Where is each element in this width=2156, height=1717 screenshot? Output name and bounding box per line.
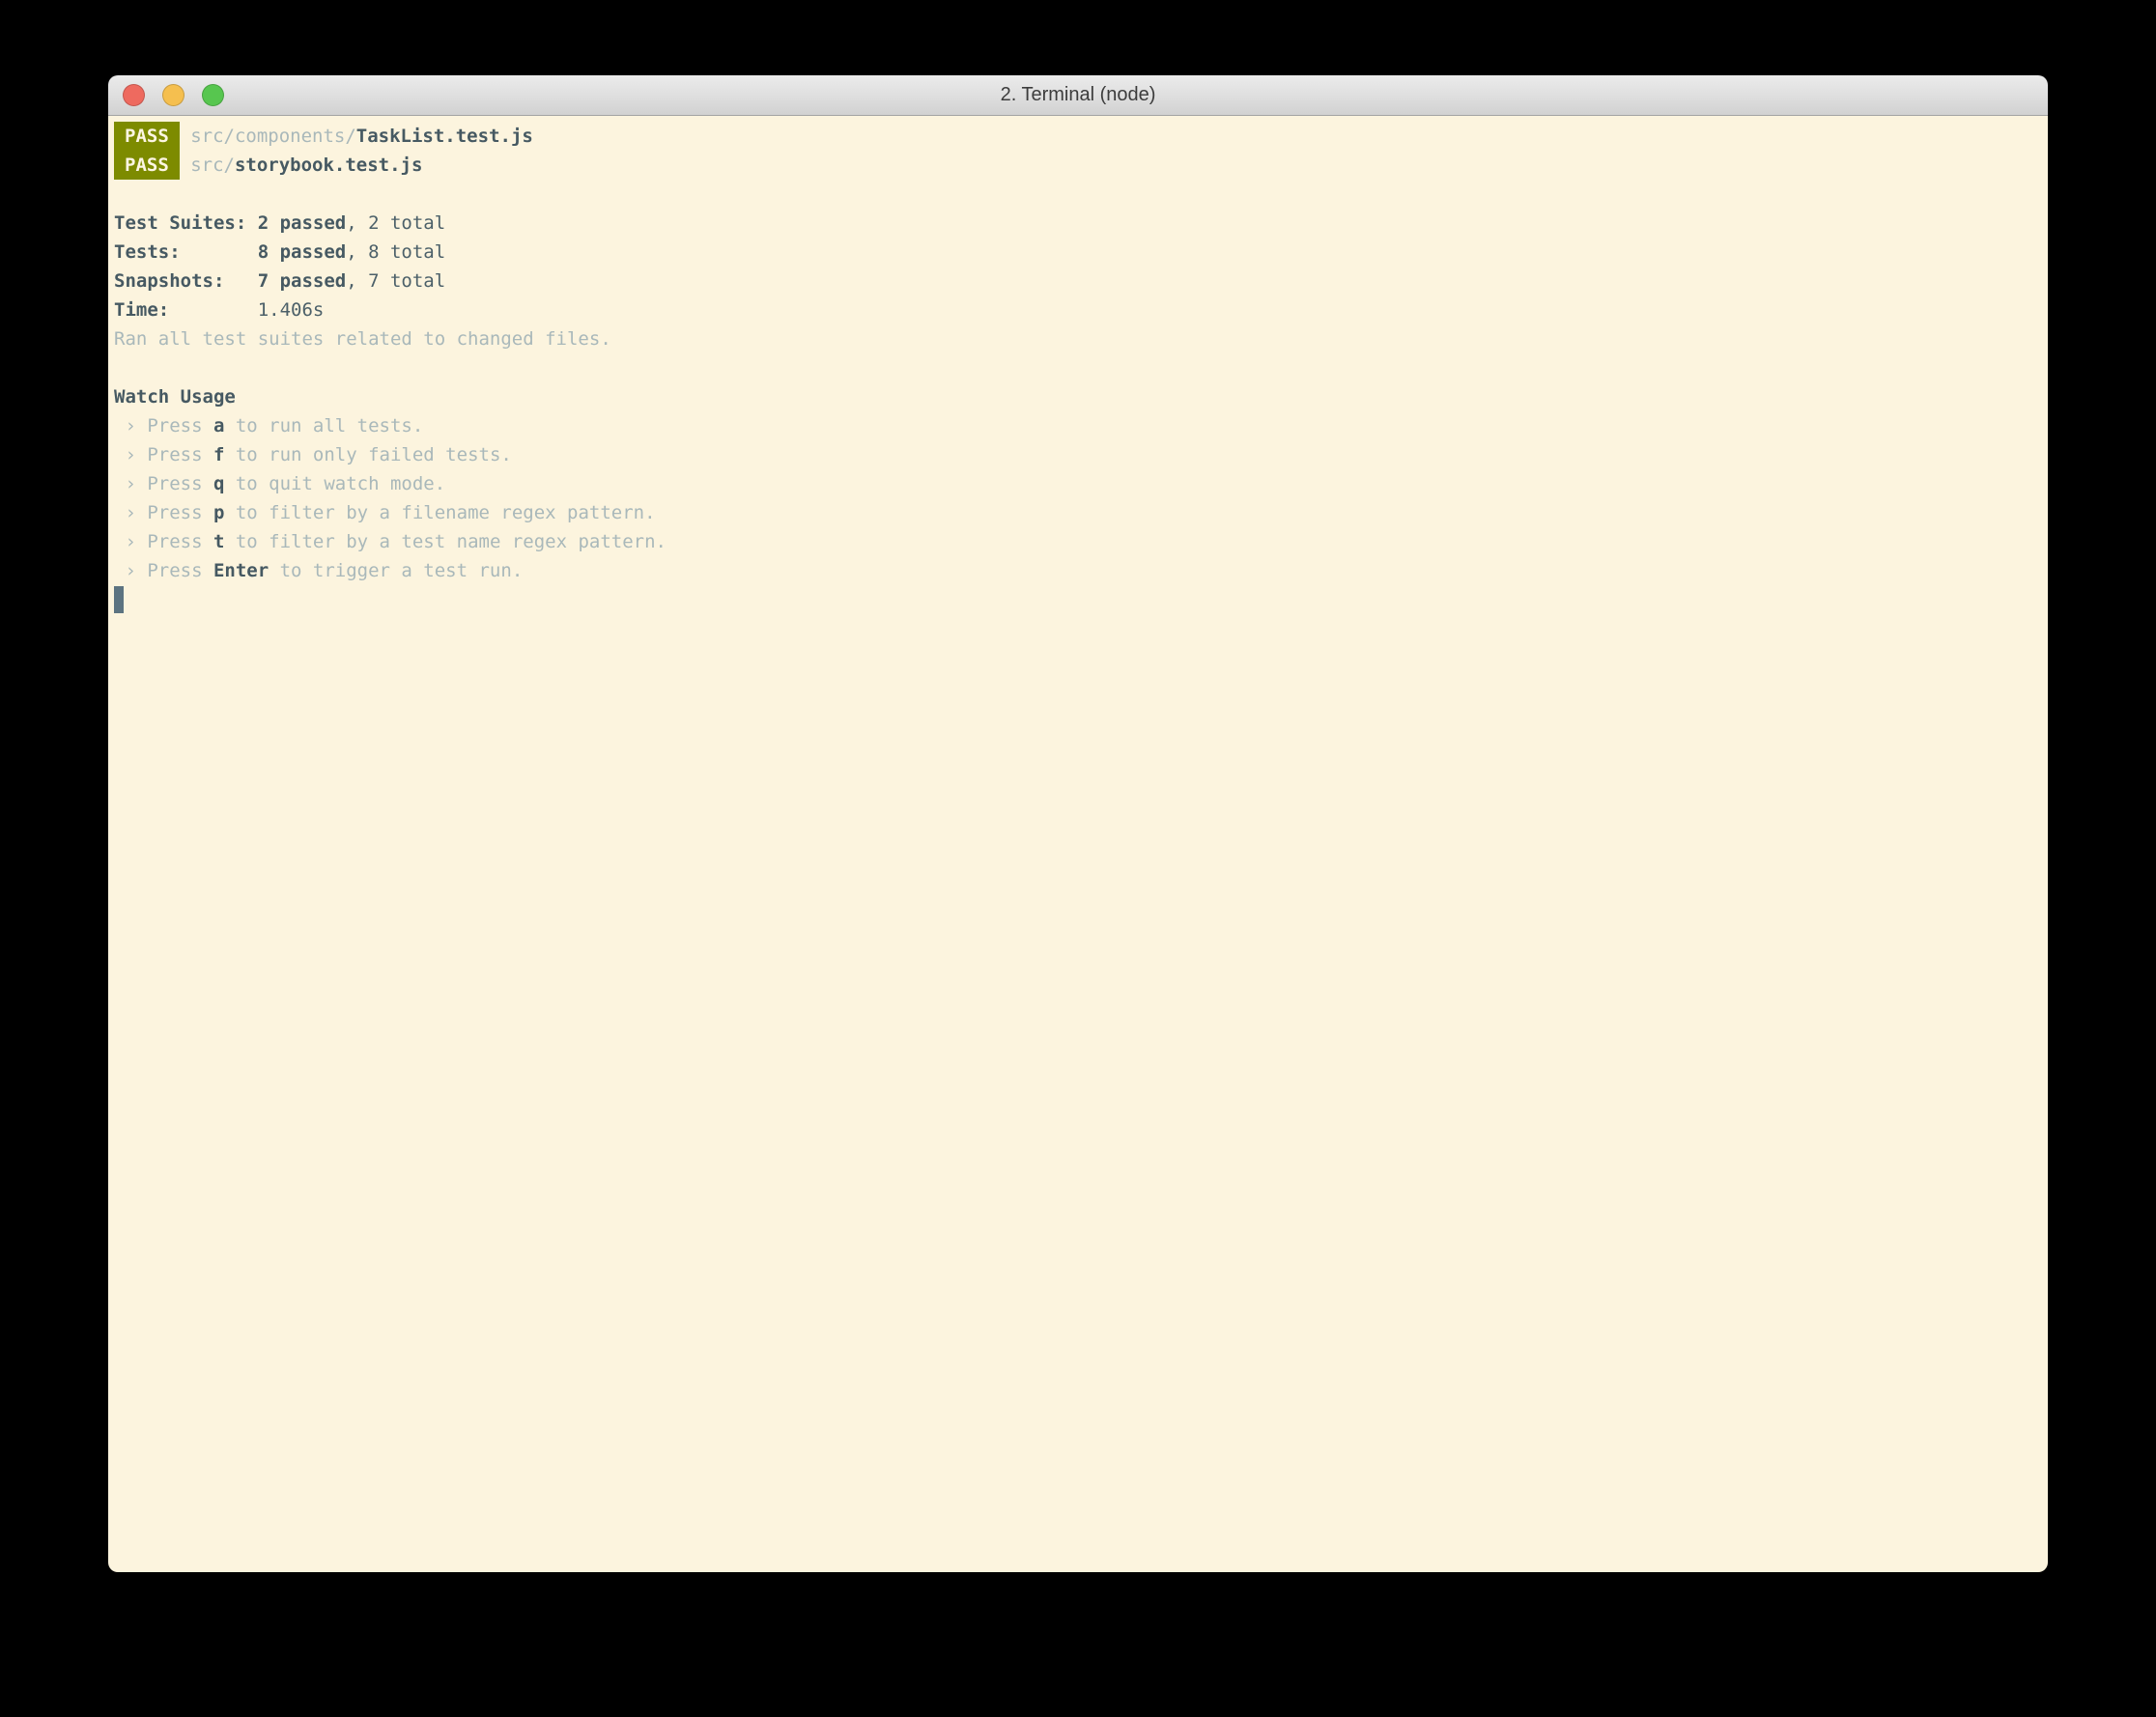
terminal-cursor bbox=[114, 586, 124, 613]
terminal-line: Watch Usage bbox=[114, 382, 2042, 411]
text-segment: f bbox=[213, 444, 225, 465]
text-segment: Enter bbox=[213, 560, 270, 581]
text-segment: , 2 total bbox=[346, 212, 446, 234]
text-segment: › Press bbox=[114, 560, 213, 581]
text-segment: to run all tests. bbox=[224, 415, 424, 436]
terminal-line: Test Suites: 2 passed, 2 total bbox=[114, 209, 2042, 238]
text-segment: t bbox=[213, 531, 225, 552]
text-segment: to filter by a test name regex pattern. bbox=[224, 531, 667, 552]
text-segment: › Press bbox=[114, 415, 213, 436]
text-segment: › Press bbox=[114, 531, 213, 552]
window-title: 2. Terminal (node) bbox=[1000, 84, 1156, 105]
pass-badge: PASS bbox=[114, 151, 180, 180]
text-segment: to run only failed tests. bbox=[224, 444, 512, 465]
text-segment: 8 passed bbox=[257, 241, 347, 263]
text-segment: to quit watch mode. bbox=[224, 473, 446, 494]
text-segment: 2 passed bbox=[257, 212, 347, 234]
terminal-line: Time: 1.406s bbox=[114, 296, 2042, 324]
text-segment: , 7 total bbox=[346, 270, 446, 292]
text-segment: TaskList.test.js bbox=[355, 126, 533, 147]
terminal-line: Ran all test suites related to changed f… bbox=[114, 324, 2042, 353]
text-segment: › Press bbox=[114, 473, 213, 494]
terminal-line: Snapshots: 7 passed, 7 total bbox=[114, 267, 2042, 296]
text-segment: to filter by a filename regex pattern. bbox=[224, 502, 656, 523]
text-segment: Ran all test suites related to changed f… bbox=[114, 328, 611, 350]
text-segment: src/components/ bbox=[179, 126, 356, 147]
desktop-background: 2. Terminal (node) PASS src/components/T… bbox=[0, 0, 2156, 1717]
terminal-line: PASS src/components/TaskList.test.js bbox=[114, 122, 2042, 151]
text-segment: src/ bbox=[179, 155, 235, 176]
text-segment: Tests: bbox=[114, 241, 258, 263]
text-segment: 1.406s bbox=[257, 299, 325, 321]
terminal-line: › Press p to filter by a filename regex … bbox=[114, 498, 2042, 527]
zoom-button[interactable] bbox=[202, 84, 224, 106]
text-segment: Time: bbox=[114, 299, 258, 321]
terminal-line: › Press a to run all tests. bbox=[114, 411, 2042, 440]
terminal-body[interactable]: PASS src/components/TaskList.test.js PASS… bbox=[108, 116, 2048, 1572]
text-segment: Watch Usage bbox=[114, 386, 236, 408]
text-segment: q bbox=[213, 473, 225, 494]
text-segment: › Press bbox=[114, 502, 213, 523]
text-segment: Test Suites: bbox=[114, 212, 258, 234]
terminal-line: PASS src/storybook.test.js bbox=[114, 151, 2042, 180]
terminal-line: › Press Enter to trigger a test run. bbox=[114, 556, 2042, 585]
text-segment: a bbox=[213, 415, 225, 436]
pass-badge: PASS bbox=[114, 122, 180, 151]
terminal-line: Tests: 8 passed, 8 total bbox=[114, 238, 2042, 267]
traffic-lights bbox=[123, 75, 224, 115]
text-segment: Snapshots: bbox=[114, 270, 258, 292]
terminal-line: › Press q to quit watch mode. bbox=[114, 469, 2042, 498]
terminal-window: 2. Terminal (node) PASS src/components/T… bbox=[108, 75, 2048, 1572]
terminal-line: › Press t to filter by a test name regex… bbox=[114, 527, 2042, 556]
text-segment: storybook.test.js bbox=[234, 155, 423, 176]
terminal-line: › Press f to run only failed tests. bbox=[114, 440, 2042, 469]
window-titlebar[interactable]: 2. Terminal (node) bbox=[108, 75, 2048, 116]
terminal-line bbox=[114, 585, 2042, 614]
text-segment: , 8 total bbox=[346, 241, 446, 263]
text-segment: to trigger a test run. bbox=[269, 560, 524, 581]
close-button[interactable] bbox=[123, 84, 145, 106]
text-segment: p bbox=[213, 502, 225, 523]
text-segment: 7 passed bbox=[257, 270, 347, 292]
minimize-button[interactable] bbox=[162, 84, 184, 106]
text-segment: › Press bbox=[114, 444, 213, 465]
